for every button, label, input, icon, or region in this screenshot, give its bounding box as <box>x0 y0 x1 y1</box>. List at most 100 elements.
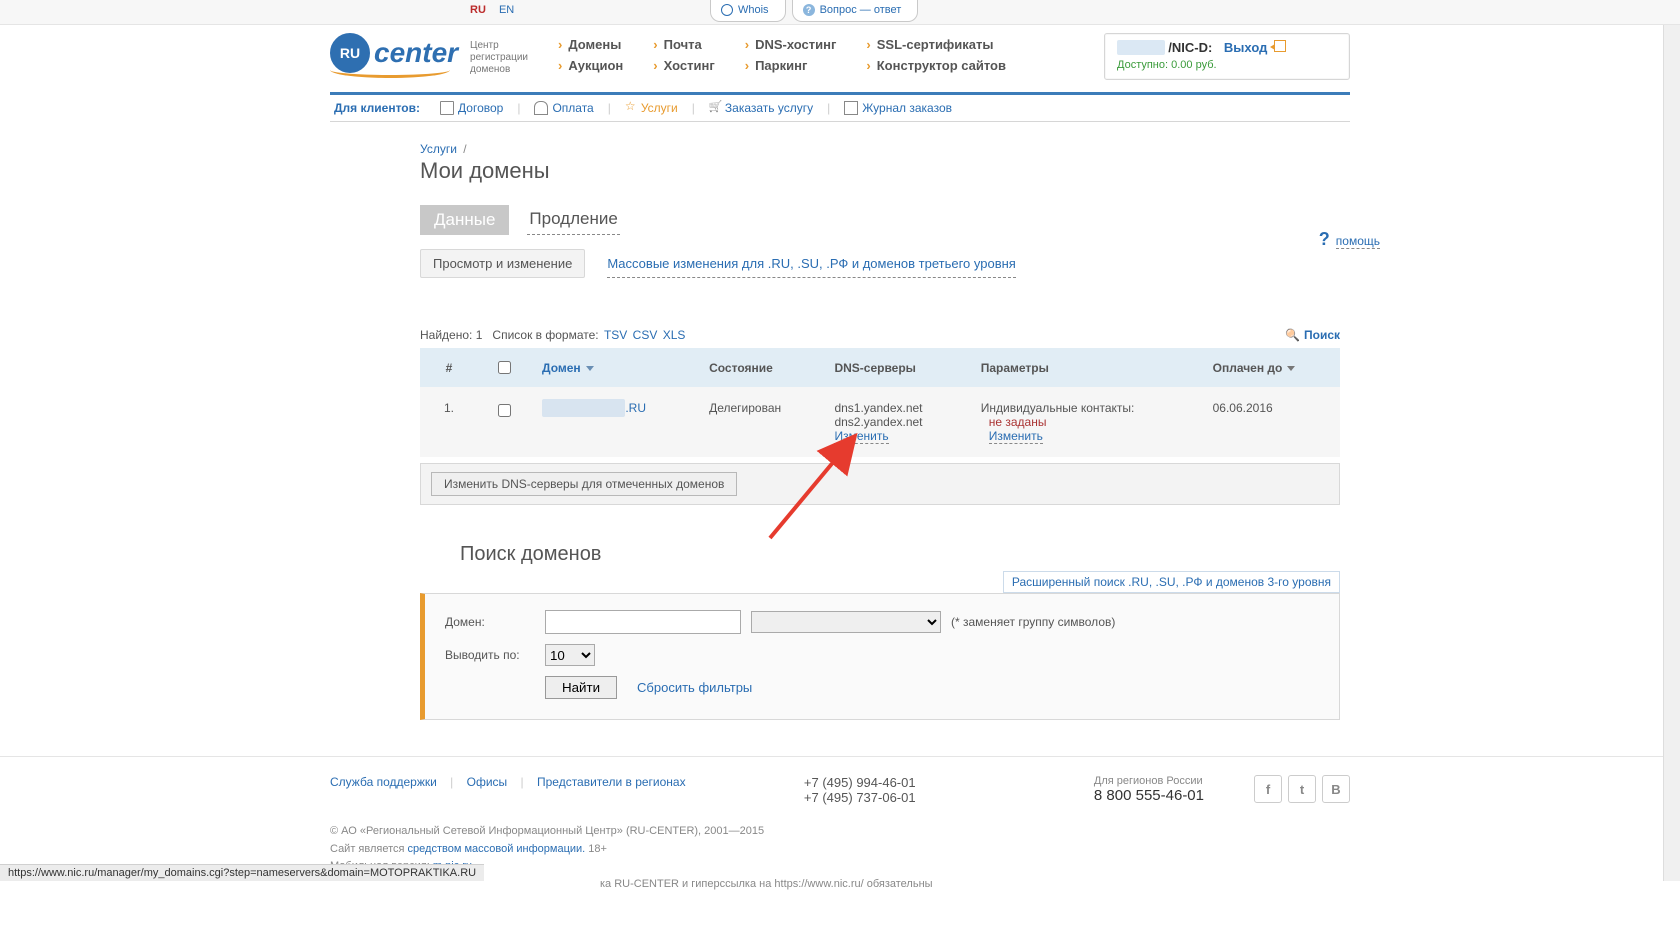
cart-icon <box>709 102 721 114</box>
legal-media-link[interactable]: средством массовой информации. <box>408 843 586 855</box>
export-tsv[interactable]: TSV <box>604 328 627 342</box>
domains-table: # Домен Состояние DNS-серверы Параметры … <box>420 348 1340 457</box>
subtab-mass-change[interactable]: Массовые изменения для .RU, .SU, .РФ и д… <box>607 250 1015 278</box>
change-dns-link[interactable]: Изменить <box>834 429 888 444</box>
clientbar-order[interactable]: Заказать услугу <box>725 101 813 115</box>
journal-icon <box>844 101 858 115</box>
change-params-link[interactable]: Изменить <box>989 429 1043 444</box>
perpage-label: Выводить по: <box>445 648 545 662</box>
logo-text: center <box>374 37 458 69</box>
breadcrumb-sep: / <box>463 142 466 156</box>
lang-en[interactable]: EN <box>499 4 514 16</box>
social-facebook-icon[interactable]: f <box>1254 775 1282 803</box>
nav-mail[interactable]: Почта <box>653 37 714 52</box>
bulk-change-dns-button[interactable]: Изменить DNS-серверы для отмеченных доме… <box>431 472 737 496</box>
nav-auction[interactable]: Аукцион <box>558 58 623 73</box>
th-checkbox <box>478 348 530 387</box>
nav-dns-hosting[interactable]: DNS-хостинг <box>745 37 837 52</box>
found-value: 1 <box>476 328 483 342</box>
footer-phone-2: +7 (495) 737-06-01 <box>804 790 916 805</box>
lang-ru[interactable]: RU <box>470 4 486 16</box>
user-id-redacted: . <box>1117 40 1165 55</box>
cell-params: Индивидуальные контакты: не заданы Измен… <box>969 387 1201 457</box>
nav-ssl[interactable]: SSL-сертификаты <box>866 37 1006 52</box>
footer-region-phone: 8 800 555-46-01 <box>1094 787 1204 804</box>
clientbar-payment[interactable]: Оплата <box>552 101 593 115</box>
th-paid[interactable]: Оплачен до <box>1201 348 1340 387</box>
logout-link[interactable]: Выход <box>1224 40 1267 55</box>
th-dns: DNS-серверы <box>822 348 968 387</box>
breadcrumb: Услуги / <box>420 142 1340 156</box>
scrollbar[interactable] <box>1663 0 1680 881</box>
document-icon <box>440 101 454 115</box>
language-switch: RU EN <box>470 4 514 16</box>
main-nav: Домены Аукцион Почта Хостинг DNS-хостинг… <box>558 37 1036 73</box>
row-checkbox[interactable] <box>498 404 511 417</box>
export-csv[interactable]: CSV <box>633 328 658 342</box>
tab-whois[interactable]: Whois <box>710 0 786 22</box>
balance-label: Доступно: <box>1117 59 1168 71</box>
social-twitter-icon[interactable]: t <box>1288 775 1316 803</box>
format-label: Список в формате: <box>492 328 598 342</box>
perpage-select[interactable]: 10 <box>545 644 595 666</box>
balance-value: 0.00 руб. <box>1171 59 1216 71</box>
reset-filters-link[interactable]: Сбросить фильтры <box>637 680 752 695</box>
tab-qa[interactable]: ? Вопрос — ответ <box>792 0 919 22</box>
clientbar-contract[interactable]: Договор <box>458 101 503 115</box>
footer-support[interactable]: Служба поддержки <box>330 775 437 789</box>
search-box: Домен: (* заменяет группу символов) Выво… <box>420 593 1340 720</box>
logout-icon <box>1274 40 1286 52</box>
search-hint: (* заменяет группу символов) <box>951 615 1115 629</box>
logo-subtitle: Центр регистрации доменов <box>470 40 528 76</box>
star-icon <box>625 102 637 114</box>
footer-reps[interactable]: Представители в регионах <box>537 775 686 789</box>
footer-region-label: Для регионов России <box>1094 775 1204 787</box>
subtab-view-edit[interactable]: Просмотр и изменение <box>420 249 585 278</box>
select-all-checkbox[interactable] <box>498 361 511 374</box>
cell-domain[interactable]: ..RU <box>530 387 697 457</box>
clientbar-label: Для клиентов: <box>334 101 420 115</box>
wallet-icon <box>534 101 548 115</box>
clientbar-journal[interactable]: Журнал заказов <box>862 101 952 115</box>
user-box: . /NIC-D: Выход Доступно: 0.00 руб. <box>1104 33 1350 80</box>
tab-renewal[interactable]: Продление <box>527 204 619 235</box>
client-bar: Для клиентов: Договор | Оплата | Услуги … <box>330 92 1350 122</box>
advanced-search-link[interactable]: Расширенный поиск .RU, .SU, .РФ и домено… <box>1003 571 1340 593</box>
social-vk-icon[interactable]: B <box>1322 775 1350 803</box>
tab-whois-label: Whois <box>738 4 769 16</box>
th-number: # <box>420 348 478 387</box>
export-xls[interactable]: XLS <box>663 328 686 342</box>
topbar: RU EN Whois ? Вопрос — ответ <box>0 0 1680 25</box>
footer: Служба поддержки | Офисы | Представители… <box>0 756 1680 943</box>
table-row: 1. ..RU Делегирован dns1.yandex.net dns2… <box>420 387 1340 457</box>
nav-hosting[interactable]: Хостинг <box>653 58 714 73</box>
breadcrumb-services[interactable]: Услуги <box>420 142 457 156</box>
footer-phone-1: +7 (495) 994-46-01 <box>804 775 916 790</box>
help-link[interactable]: помощь <box>1319 229 1380 250</box>
cell-dns: dns1.yandex.net dns2.yandex.net Изменить <box>822 387 968 457</box>
search-domain-label: Домен: <box>445 615 545 629</box>
logo[interactable]: RU center Центр регистрации доменов <box>330 33 528 78</box>
search-toggle[interactable]: Поиск <box>1285 328 1340 342</box>
user-id-suffix: /NIC-D: <box>1168 40 1212 55</box>
search-domain-input[interactable] <box>545 610 741 634</box>
tab-qa-label: Вопрос — ответ <box>820 4 902 16</box>
clientbar-services[interactable]: Услуги <box>641 101 678 115</box>
th-domain[interactable]: Домен <box>530 348 697 387</box>
question-icon: ? <box>803 4 815 16</box>
found-label: Найдено: <box>420 328 472 342</box>
tab-data[interactable]: Данные <box>420 205 509 235</box>
search-domain-select[interactable] <box>751 611 941 633</box>
cell-paid: 06.06.2016 <box>1201 387 1340 457</box>
search-title: Поиск доменов <box>460 543 1340 566</box>
cell-state: Делегирован <box>697 387 822 457</box>
nav-site-builder[interactable]: Конструктор сайтов <box>866 58 1006 73</box>
cell-number: 1. <box>420 387 478 457</box>
browser-statusbar: https://www.nic.ru/manager/my_domains.cg… <box>0 864 484 881</box>
find-button[interactable]: Найти <box>545 676 617 699</box>
nav-parking[interactable]: Паркинг <box>745 58 837 73</box>
nav-domains[interactable]: Домены <box>558 37 623 52</box>
footer-offices[interactable]: Офисы <box>467 775 508 789</box>
logo-swoosh-icon <box>330 69 450 78</box>
page-title: Мои домены <box>420 158 1340 184</box>
